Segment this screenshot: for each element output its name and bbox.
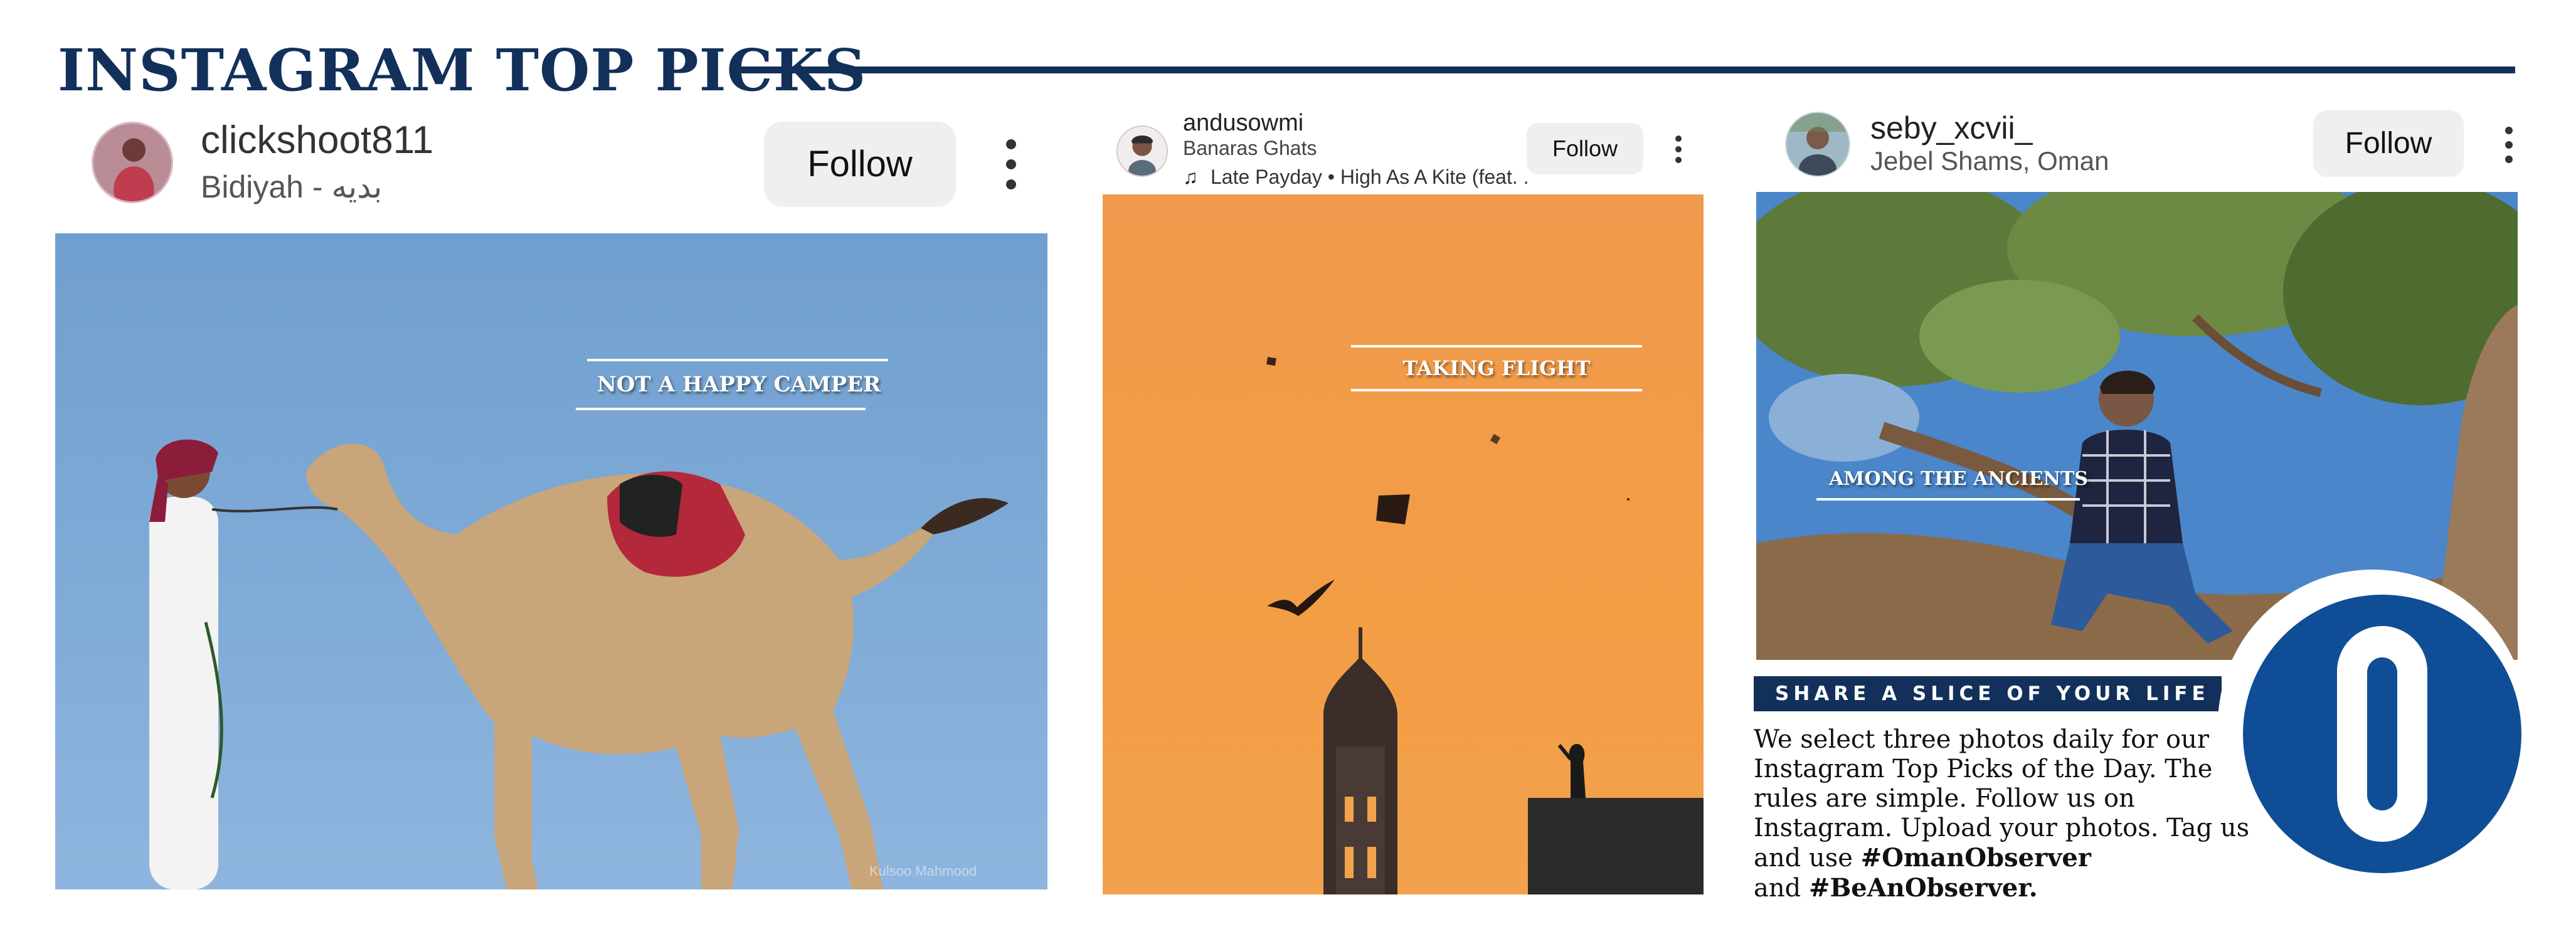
audio-track-link[interactable]: Late Payday • High As A Kite (feat. ... <box>1211 164 1530 189</box>
image-caption: AMONG THE ANCIENTS <box>1829 468 2088 490</box>
caption-rule-bottom <box>1351 389 1642 391</box>
image-caption: TAKING FLIGHT <box>1402 356 1591 380</box>
follow-button[interactable]: Follow <box>1527 123 1643 174</box>
oman-observer-logo <box>2243 595 2521 873</box>
username[interactable]: clickshoot811 <box>201 117 433 164</box>
caption-rule-bottom <box>1816 498 2080 501</box>
kite-sunset-photo <box>1103 194 1704 894</box>
profile-photo <box>1786 113 1849 176</box>
title-divider <box>734 66 2515 73</box>
more-vertical-icon[interactable] <box>1004 139 1019 189</box>
avatar[interactable] <box>1116 125 1168 177</box>
profile-photo <box>1118 127 1167 176</box>
location-link[interactable]: Jebel Shams, Oman <box>1870 144 2109 178</box>
profile-photo <box>93 124 171 201</box>
hashtag-be-an-observer: #BeAnObserver. <box>1808 873 2038 903</box>
location-link[interactable]: Bidiyah - بديه <box>201 167 382 207</box>
location-link[interactable]: Banaras Ghats <box>1183 135 1317 161</box>
username[interactable]: seby_xcvii_ <box>1870 109 2032 147</box>
follow-button[interactable]: Follow <box>2313 110 2464 177</box>
avatar[interactable] <box>1785 112 1850 177</box>
promo-and: and <box>1754 874 1801 903</box>
post-image-kites[interactable]: TAKING FLIGHT <box>1103 194 1704 894</box>
more-vertical-icon[interactable] <box>1673 135 1683 163</box>
music-note-icon: ♫ <box>1183 166 1198 188</box>
caption-rule-top <box>1351 345 1642 348</box>
photo-credit: Kulsoo Mahmood <box>869 863 977 879</box>
caption-rule-top <box>587 359 888 361</box>
more-vertical-icon[interactable] <box>2503 127 2515 163</box>
post-image-camel[interactable]: NOT A HAPPY CAMPER Kulsoo Mahmood <box>55 233 1047 889</box>
promo-banner-text: SHARE A SLICE OF YOUR LIFE <box>1775 682 2210 705</box>
logo-o-icon <box>2337 626 2427 842</box>
image-caption: NOT A HAPPY CAMPER <box>596 372 881 397</box>
hashtag-oman-observer: #OmanObserver <box>1860 843 2091 873</box>
camel-photo <box>55 233 1047 889</box>
promo-body: We select three photos daily for our Ins… <box>1754 725 2268 903</box>
username[interactable]: andusowmi <box>1183 108 1303 138</box>
caption-rule-bottom <box>576 408 866 410</box>
follow-button[interactable]: Follow <box>764 122 956 207</box>
avatar[interactable] <box>92 122 173 203</box>
